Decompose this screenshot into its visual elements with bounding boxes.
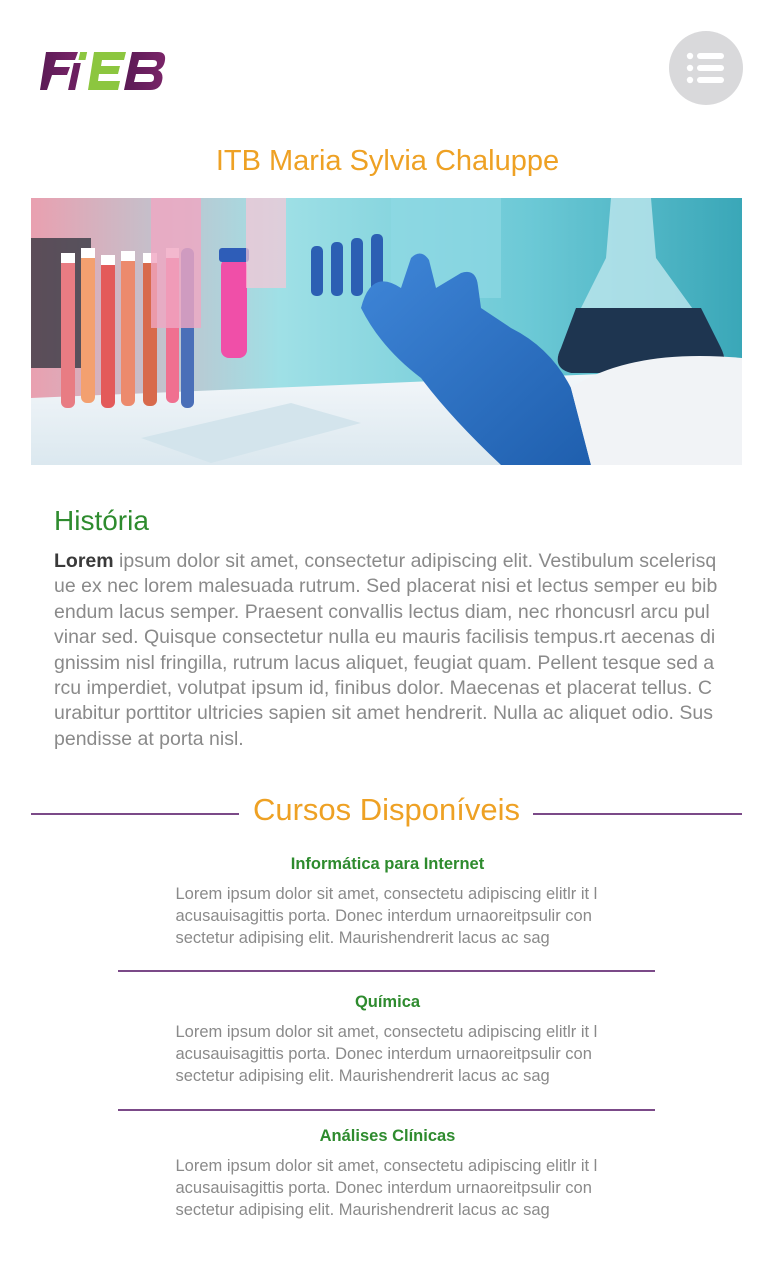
- page-title: ITB Maria Sylvia Chaluppe: [215, 145, 560, 177]
- history-body-text: ipsum dolor sit amet, consectetur adipis…: [54, 550, 718, 750]
- course-divider: [118, 970, 655, 972]
- course-description: Lorem ipsum dolor sit amet, consectetu a…: [175, 1157, 598, 1219]
- course-item[interactable]: Informática para Internet Lorem ipsum do…: [0, 855, 775, 949]
- menu-button[interactable]: [669, 31, 743, 105]
- course-name[interactable]: Informática para Internet: [0, 855, 775, 874]
- history-text: Lorem ipsum dolor sit amet, consectetur …: [54, 549, 719, 752]
- course-divider: [118, 1109, 655, 1111]
- courses-heading: Cursos Disponíveis: [252, 792, 521, 827]
- laboratory-image: [31, 198, 742, 465]
- course-item[interactable]: Análises Clínicas Lorem ipsum dolor sit …: [0, 1127, 775, 1221]
- course-name[interactable]: Análises Clínicas: [0, 1127, 775, 1146]
- course-description: Lorem ipsum dolor sit amet, consectetu a…: [175, 1023, 598, 1085]
- course-name[interactable]: Química: [0, 993, 775, 1012]
- course-description: Lorem ipsum dolor sit amet, consectetu a…: [175, 885, 598, 947]
- history-lead-word: Lorem: [54, 550, 114, 572]
- page: ITB Maria Sylvia Chaluppe História Lorem…: [0, 0, 775, 1280]
- course-item[interactable]: Química Lorem ipsum dolor sit amet, cons…: [0, 993, 775, 1087]
- heading-rule-right: [533, 813, 742, 815]
- fieb-logo[interactable]: [40, 48, 166, 94]
- menu-icon: [686, 52, 724, 84]
- history-heading: História: [54, 505, 149, 536]
- courses-heading-block: Cursos Disponíveis: [31, 792, 742, 836]
